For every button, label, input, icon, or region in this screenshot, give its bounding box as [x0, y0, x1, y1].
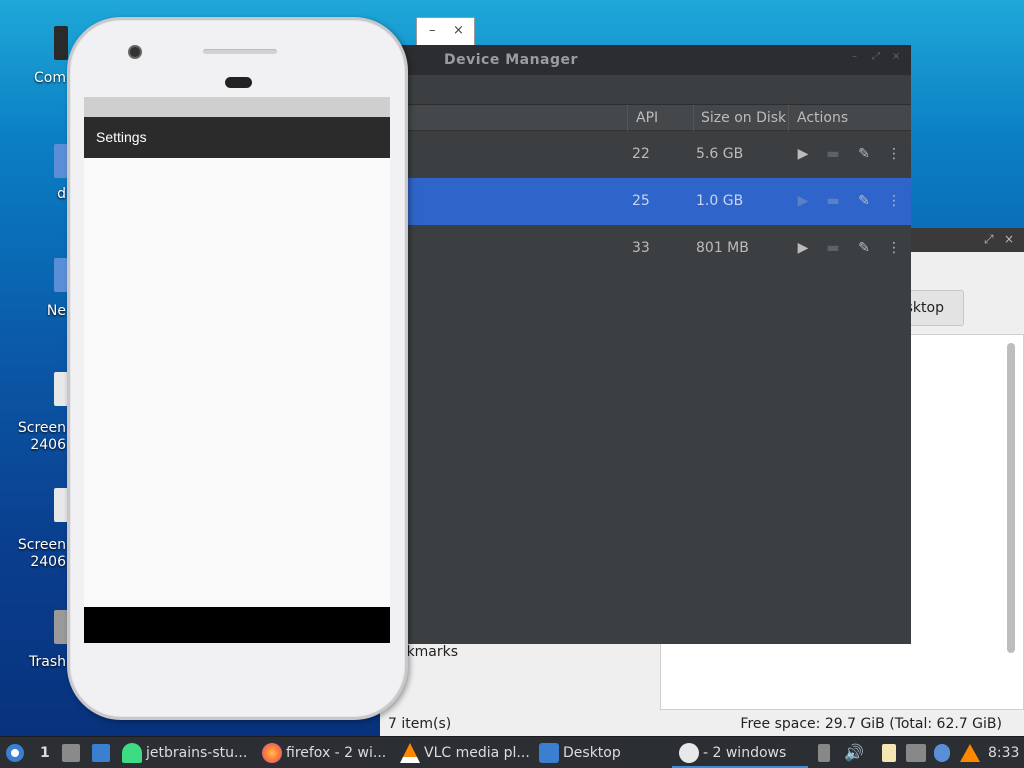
file-manager-launcher-icon[interactable]	[62, 744, 80, 762]
edit-icon[interactable]: ✎	[856, 239, 872, 257]
desktop-icon-label: 2406	[30, 554, 66, 570]
taskbar-item-firefox[interactable]: firefox - 2 wi...	[262, 737, 386, 768]
device-size: 5.6 GB	[696, 146, 744, 162]
android-emulator: Settings	[67, 17, 408, 720]
image-file-icon	[54, 488, 68, 522]
folder-icon[interactable]: ▬	[825, 145, 841, 163]
taskbar-item-jetbrains[interactable]: jetbrains-stu...	[122, 737, 247, 768]
vlc-icon	[400, 743, 420, 763]
scrollbar[interactable]	[1007, 343, 1015, 653]
taskbar-item-label: - 2 windows	[703, 745, 787, 761]
more-icon[interactable]: ⋮	[886, 192, 902, 210]
device-api: 33	[632, 240, 650, 256]
desktop-icon-folder[interactable]: d	[0, 144, 70, 204]
maximize-icon[interactable]: ⤢	[872, 52, 880, 62]
minimize-icon[interactable]: –	[429, 23, 436, 38]
desktop-icon-label: d	[57, 186, 66, 202]
folder-icon[interactable]: ▬	[825, 192, 841, 210]
more-icon[interactable]: ⋮	[886, 239, 902, 257]
column-divider[interactable]	[693, 105, 694, 131]
desktop-icon-label: 2406	[30, 437, 66, 453]
trash-icon	[54, 610, 68, 644]
play-icon[interactable]: ▶	[795, 192, 811, 210]
desktop-icon-label: Screen	[17, 537, 66, 553]
taskbar-item-studio[interactable]: - 2 windows	[679, 737, 786, 768]
folder-icon	[54, 144, 68, 178]
clock[interactable]: 8:33	[988, 737, 1019, 768]
taskbar-item-desktop[interactable]: Desktop	[539, 737, 621, 768]
network-folder-icon	[54, 258, 68, 292]
notification-icon[interactable]	[934, 744, 950, 762]
column-divider[interactable]	[788, 105, 789, 131]
column-header-actions: Actions	[797, 110, 849, 126]
device-size: 1.0 GB	[696, 193, 744, 209]
device-row[interactable]: 33 801 MB ▶ ▬ ✎ ⋮	[400, 225, 911, 272]
maximize-icon[interactable]: ⤢	[984, 232, 994, 247]
device-row[interactable]: 25 1.0 GB ▶ ▬ ✎ ⋮	[400, 178, 911, 225]
device-table-header: API Size on Disk Actions	[400, 105, 911, 131]
desktop-icon-computer[interactable]: Com	[0, 26, 70, 86]
column-header-api[interactable]: API	[636, 110, 658, 126]
vlc-tray-icon[interactable]	[960, 744, 980, 762]
device-size: 801 MB	[696, 240, 749, 256]
folder-icon[interactable]: ▬	[825, 239, 841, 257]
status-free-space: Free space: 29.7 GiB (Total: 62.7 GiB)	[740, 716, 1002, 732]
workspace-indicator[interactable]: 1	[40, 737, 50, 768]
navigation-bar[interactable]	[84, 607, 390, 643]
close-icon[interactable]: ×	[453, 23, 464, 38]
minimize-icon[interactable]: –	[852, 52, 860, 62]
studio-icon	[679, 743, 699, 763]
device-row[interactable]: 22 5.6 GB ▶ ▬ ✎ ⋮	[400, 131, 911, 178]
taskbar-item-vlc[interactable]: VLC media pl...	[400, 737, 530, 768]
taskbar-item-label: jetbrains-stu...	[146, 745, 248, 761]
desktop-icon-screenshot-2[interactable]: Screen 2406	[0, 488, 70, 572]
window-title: Device Manager	[444, 52, 578, 68]
folder-icon	[539, 743, 559, 763]
edit-icon[interactable]: ✎	[856, 192, 872, 210]
column-header-size[interactable]: Size on Disk	[701, 110, 786, 126]
firefox-icon	[262, 743, 282, 763]
camera-icon	[128, 45, 142, 59]
column-divider[interactable]	[627, 105, 628, 131]
desktop-icon-network[interactable]: Ne	[0, 258, 70, 322]
device-manager-window: Device Manager – ⤢ × API Size on Disk Ac…	[400, 45, 911, 644]
desktop-launcher-icon[interactable]	[92, 744, 110, 762]
device-api: 25	[632, 193, 650, 209]
sensor-icon	[225, 77, 252, 88]
image-file-icon	[54, 372, 68, 406]
taskbar-item-label: VLC media pl...	[424, 745, 530, 761]
clipboard-icon[interactable]	[882, 744, 896, 762]
more-icon[interactable]: ⋮	[886, 145, 902, 163]
volume-icon[interactable]: 🔊	[844, 737, 864, 768]
status-item-count: 7 item(s)	[388, 716, 452, 732]
taskbar-item-label: firefox - 2 wi...	[286, 745, 387, 761]
device-api: 22	[632, 146, 650, 162]
emulator-screen[interactable]: Settings	[84, 97, 390, 643]
status-bar	[84, 97, 390, 117]
taskbar: 1 jetbrains-stu... firefox - 2 wi... VLC…	[0, 736, 1024, 768]
desktop-icon-label: Screen	[17, 420, 66, 436]
computer-icon	[54, 26, 68, 60]
app-bar: Settings	[84, 117, 390, 158]
desktop-icon-label: Trash	[29, 654, 66, 670]
desktop-icon-label: Com	[34, 70, 66, 86]
device-manager-toolbar	[400, 75, 911, 105]
android-icon	[122, 743, 142, 763]
close-icon[interactable]: ×	[892, 52, 900, 62]
network-icon[interactable]	[906, 744, 926, 762]
close-icon[interactable]: ×	[1004, 232, 1014, 246]
speaker-grille	[203, 49, 277, 54]
desktop-icon-label: Ne	[46, 303, 66, 319]
battery-icon[interactable]	[818, 744, 830, 762]
start-menu-button[interactable]	[4, 737, 28, 768]
small-window[interactable]: – ×	[416, 17, 475, 47]
desktop-icon-screenshot-1[interactable]: Screen 2406	[0, 372, 70, 456]
desktop-icon-trash[interactable]: Trash	[0, 610, 70, 674]
device-manager-titlebar[interactable]: Device Manager – ⤢ ×	[400, 45, 911, 75]
edit-icon[interactable]: ✎	[856, 145, 872, 163]
play-icon[interactable]: ▶	[795, 239, 811, 257]
taskbar-item-label: Desktop	[563, 745, 621, 761]
play-icon[interactable]: ▶	[795, 145, 811, 163]
app-title: Settings	[96, 129, 147, 145]
